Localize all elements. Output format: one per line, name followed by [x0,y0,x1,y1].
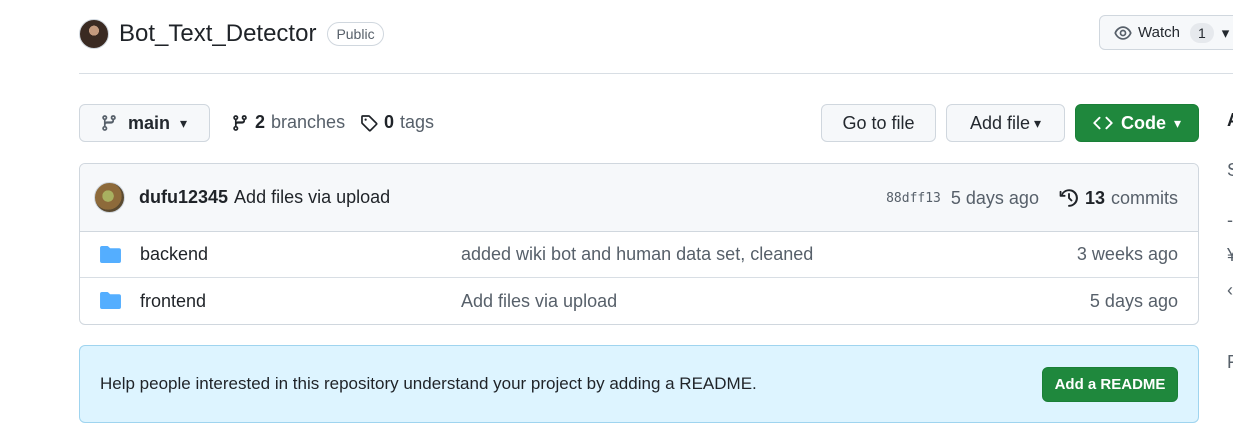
code-label: Code [1120,112,1166,133]
header-divider [79,73,1233,74]
tag-icon [361,114,378,131]
branch-selector-button[interactable]: main ▾ [79,104,210,142]
history-icon [1059,189,1078,207]
file-name[interactable]: backend [140,244,208,265]
commits-label: commits [1111,187,1178,208]
git-branch-icon [233,114,247,131]
commits-link[interactable]: 13 commits [1059,188,1178,209]
git-branch-icon [102,115,116,131]
sidebar-edge-fragment: ‹ [1227,280,1233,300]
file-commit-message[interactable]: Add files via upload [461,291,617,312]
sidebar-edge-fragment: A [1227,110,1233,131]
sidebar-edge-fragment: - [1227,210,1233,230]
owner-avatar[interactable] [79,19,109,49]
chevron-down-icon: ▾ [1173,114,1182,131]
commits-count: 13 [1084,187,1105,208]
add-file-button[interactable]: Add file ▾ [946,104,1065,142]
branches-link[interactable]: 2 branches [231,112,345,133]
sidebar-edge-fragment: S [1227,160,1233,181]
add-readme-button[interactable]: Add a README [1042,367,1178,402]
folder-icon [100,246,121,263]
file-name[interactable]: frontend [140,291,206,312]
repo-name[interactable]: Bot_Text_Detector [119,20,316,48]
file-row[interactable]: frontend Add files via upload 5 days ago [80,278,1198,324]
code-icon [1093,116,1113,130]
watch-count: 1 [1189,22,1214,43]
tags-label: tags [400,112,435,132]
branch-name: main [128,112,171,133]
visibility-badge: Public [327,22,384,46]
sidebar-edge-fragment: ¥ [1227,245,1233,265]
file-commit-message[interactable]: added wiki bot and human data set, clean… [461,244,813,265]
chevron-down-icon: ▾ [1221,24,1230,42]
branches-label: branches [271,112,346,132]
latest-commit-row: dufu12345 Add files via upload 88dff13 5… [80,164,1198,232]
watch-label: Watch [1138,24,1180,41]
code-button[interactable]: Code ▾ [1075,104,1199,142]
file-browser: dufu12345 Add files via upload 88dff13 5… [79,163,1199,325]
watch-button[interactable]: Watch 1 ▾ [1099,15,1233,50]
sidebar-edge-fragment: F [1227,352,1233,372]
add-file-label: Add file [969,112,1030,133]
file-row[interactable]: backend added wiki bot and human data se… [80,232,1198,278]
chevron-down-icon: ▾ [180,114,188,131]
folder-icon [100,292,121,309]
readme-prompt-text: Help people interested in this repositor… [100,374,757,393]
commit-sha[interactable]: 88dff13 [886,191,941,206]
readme-banner: Help people interested in this repositor… [79,345,1199,423]
file-age: 3 weeks ago [1076,244,1178,264]
eye-icon [1114,25,1132,40]
chevron-down-icon: ▾ [1034,114,1042,131]
commit-message[interactable]: Add files via upload [234,187,390,208]
branches-count: 2 [255,112,266,132]
repo-header: Bot_Text_Detector Public [79,14,384,54]
tags-count: 0 [384,112,395,132]
commit-meta: 88dff13 5 days ago 13 commits [886,164,1178,232]
commit-author-avatar[interactable] [94,182,125,213]
tags-link[interactable]: 0 tags [360,112,434,133]
commit-age: 5 days ago [950,187,1039,208]
file-age: 5 days ago [1089,290,1178,311]
go-to-file-button[interactable]: Go to file [821,104,936,142]
commit-author[interactable]: dufu12345 [139,187,228,208]
